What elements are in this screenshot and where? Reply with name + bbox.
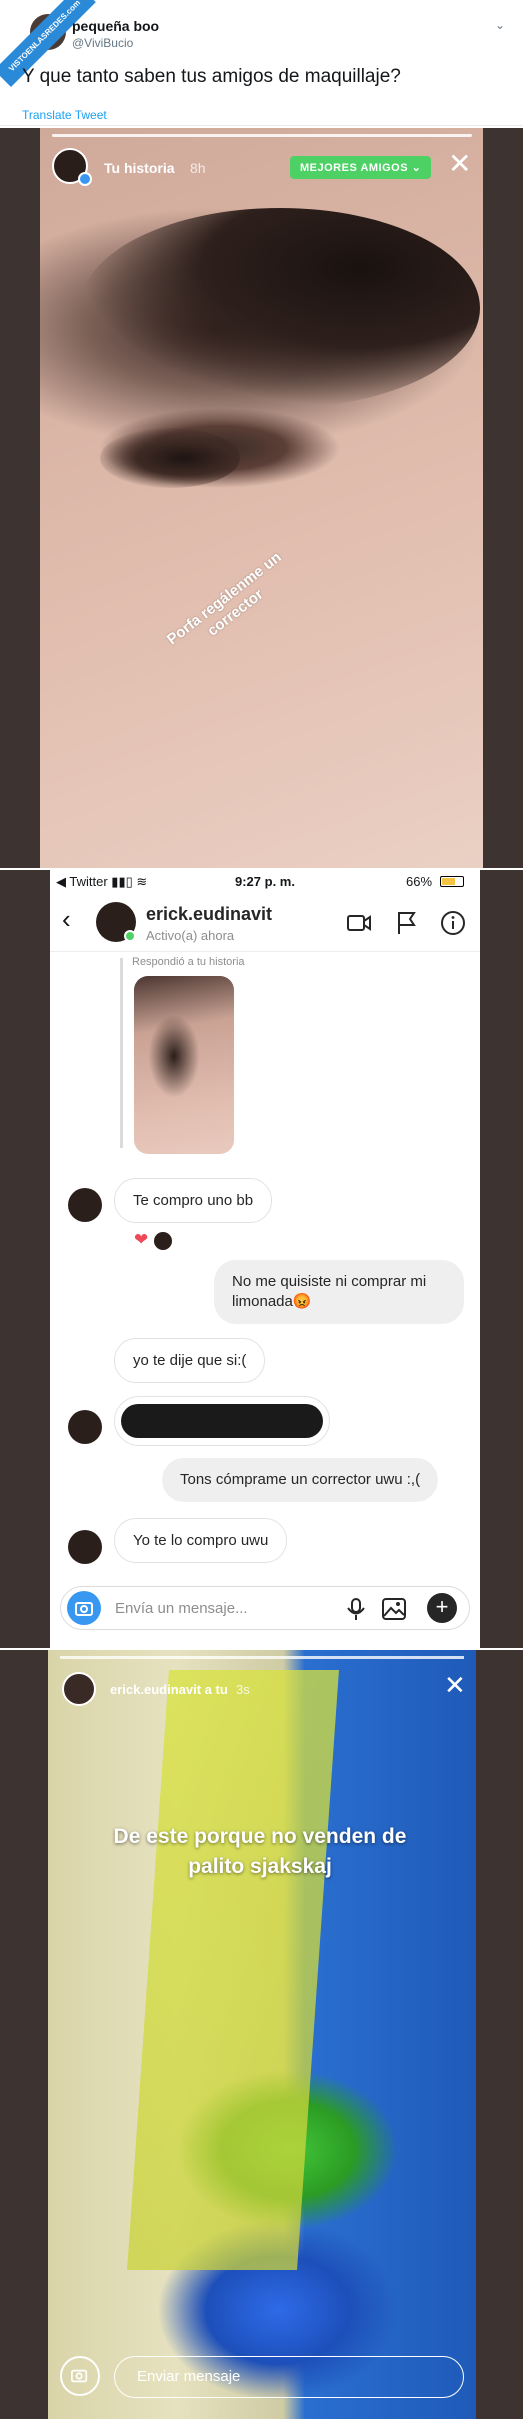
- close-icon[interactable]: ✕: [444, 1672, 466, 1698]
- story-progress-bar: [60, 1656, 464, 1659]
- story-reply-thumbnail[interactable]: [134, 976, 234, 1154]
- eyebrow-shadow: [80, 208, 480, 408]
- best-friends-badge[interactable]: MEJORES AMIGOS ⌄: [290, 156, 432, 179]
- sender-avatar[interactable]: [68, 1188, 102, 1222]
- chevron-down-icon: ⌄: [411, 162, 422, 174]
- story-photo-corrector: [48, 1650, 476, 2419]
- microphone-icon[interactable]: [345, 1597, 367, 1621]
- tweet-author-handle[interactable]: @ViviBucio: [72, 36, 133, 50]
- plus-icon[interactable]: +: [427, 1593, 457, 1623]
- story-caption: De este porque no venden de palito sjaks…: [113, 1825, 407, 1878]
- info-icon[interactable]: [440, 910, 466, 936]
- camera-icon[interactable]: [60, 2356, 100, 2396]
- message-input[interactable]: Envía un mensaje...: [115, 1600, 248, 1617]
- eye-shape: [100, 428, 240, 488]
- flag-icon[interactable]: [394, 910, 420, 936]
- add-story-icon[interactable]: [78, 172, 92, 186]
- redacted-block: [121, 1404, 323, 1438]
- contact-activity: Activo(a) ahora: [146, 928, 235, 943]
- tweet-text: Y que tanto saben tus amigos de maquilla…: [22, 66, 401, 87]
- dm-header: ‹ erick.eudinavit Activo(a) ahora: [50, 892, 480, 952]
- message-composer[interactable]: Envía un mensaje... +: [60, 1586, 470, 1630]
- message-outgoing[interactable]: No me quisiste ni comprar mi limonada😡: [214, 1260, 464, 1324]
- status-carrier: ◀ Twitter ▮▮▯ ≋: [56, 874, 148, 889]
- reply-divider: [120, 958, 123, 1148]
- story-avatar[interactable]: [62, 1672, 96, 1706]
- status-time: 9:27 p. m.: [235, 874, 295, 889]
- reaction-avatar: [154, 1232, 172, 1250]
- online-indicator-icon: [124, 930, 136, 942]
- signal-icon: ▮▮▯: [111, 874, 133, 889]
- message-incoming[interactable]: [114, 1396, 330, 1446]
- story-username[interactable]: erick.eudinavit a tu: [110, 1682, 228, 1697]
- heart-icon: ❤: [134, 1230, 149, 1249]
- sender-avatar[interactable]: [68, 1410, 102, 1444]
- send-message-field[interactable]: Enviar mensaje: [114, 2356, 464, 2398]
- video-call-icon[interactable]: [346, 910, 372, 936]
- story-photo-eye: [40, 128, 483, 868]
- message-outgoing[interactable]: Tons cómprame un corrector uwu :,(: [162, 1458, 439, 1502]
- gallery-icon[interactable]: [381, 1596, 407, 1622]
- status-bar: ◀ Twitter ▮▮▯ ≋ 9:27 p. m. 66%: [50, 870, 480, 892]
- translate-tweet-link[interactable]: Translate Tweet: [22, 108, 107, 122]
- message-incoming[interactable]: Yo te lo compro uwu: [114, 1518, 288, 1563]
- tweet-header: VISTOENLASREDES.com pequeña boo @ViviBuc…: [0, 0, 523, 126]
- battery-icon: [440, 876, 464, 887]
- story-time: 8h: [190, 160, 206, 176]
- message-incoming[interactable]: Te compro uno bb: [114, 1178, 273, 1223]
- sender-avatar[interactable]: [68, 1530, 102, 1564]
- battery-percent: 66%: [406, 874, 433, 889]
- wifi-icon: ≋: [136, 874, 148, 889]
- story-screenshot-1: Tu historia 8h MEJORES AMIGOS ⌄ ✕ Porfa …: [0, 128, 523, 868]
- story-title: Tu historia: [104, 160, 175, 176]
- contact-username[interactable]: erick.eudinavit: [146, 904, 272, 925]
- tweet-author-name[interactable]: pequeña boo: [72, 18, 159, 34]
- story-time: 3s: [236, 1682, 250, 1697]
- chevron-down-icon[interactable]: ⌄: [495, 18, 505, 32]
- close-icon[interactable]: ✕: [448, 150, 471, 178]
- reply-label: Respondió a tu historia: [132, 956, 245, 968]
- story-progress-bar: [52, 134, 472, 137]
- message-incoming[interactable]: yo te dije que si:(: [114, 1338, 266, 1383]
- send-message-placeholder: Enviar mensaje: [137, 2368, 241, 2385]
- package-card: [127, 1670, 339, 2270]
- story-screenshot-2: erick.eudinavit a tu 3s ✕ De este porque…: [0, 1650, 523, 2419]
- dm-screenshot: ◀ Twitter ▮▮▯ ≋ 9:27 p. m. 66% ‹ erick.e…: [0, 870, 523, 1648]
- dm-screen: ◀ Twitter ▮▮▯ ≋ 9:27 p. m. 66% ‹ erick.e…: [50, 870, 480, 1648]
- back-arrow-icon[interactable]: ‹: [62, 904, 71, 935]
- camera-icon[interactable]: [67, 1591, 101, 1625]
- best-friends-label: MEJORES AMIGOS: [300, 162, 409, 174]
